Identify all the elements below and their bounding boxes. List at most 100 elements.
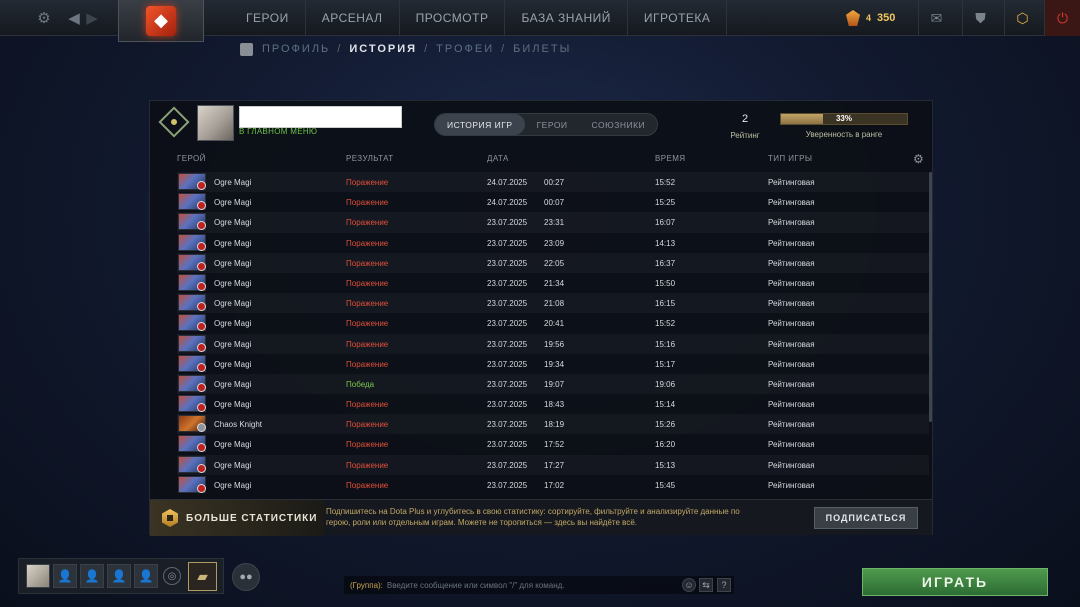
- hero-portrait: [178, 374, 206, 392]
- nav-heroes[interactable]: ГЕРОИ: [230, 0, 306, 36]
- table-row[interactable]: Ogre Magi Поражение 23.07.2025 21:34 15:50 Ре…: [177, 273, 929, 293]
- rank-medal-icon[interactable]: [158, 105, 190, 139]
- confidence-value: 33%: [835, 114, 852, 123]
- cell-hero: Ogre Magi: [214, 359, 252, 369]
- table-row[interactable]: Ogre Magi Поражение 24.07.2025 00:27 15:52 Ре…: [177, 172, 929, 192]
- cell-date: 23.07.2025: [487, 460, 528, 470]
- rank-badge-icon[interactable]: ▰: [188, 562, 217, 591]
- party-avatar-self[interactable]: [26, 564, 50, 588]
- cell-result: Поражение: [346, 178, 389, 187]
- cell-duration: 15:16: [655, 339, 676, 349]
- table-row[interactable]: Ogre Magi Поражение 23.07.2025 17:02 15:45 Ре…: [177, 475, 929, 495]
- table-row[interactable]: Ogre Magi Поражение 23.07.2025 17:52 16:20 Ре…: [177, 434, 929, 454]
- settings-gear-icon[interactable]: ⚙: [913, 152, 924, 166]
- cell-time: 00:07: [544, 198, 565, 208]
- voice-chat-icon[interactable]: ◎: [163, 567, 181, 585]
- table-row[interactable]: Ogre Magi Поражение 23.07.2025 18:43 15:14 Ре…: [177, 394, 929, 414]
- cell-type: Рейтинговая: [768, 258, 815, 268]
- party-indicator-icon: [197, 382, 206, 392]
- table-header: ГЕРОЙ РЕЗУЛЬТАТ ДАТА ВРЕМЯ ТИП ИГРЫ: [177, 154, 927, 166]
- nav-watch[interactable]: ПРОСМОТР: [400, 0, 506, 36]
- party-slot-empty[interactable]: 👤: [80, 564, 104, 588]
- nav-arsenal[interactable]: АРСЕНАЛ: [306, 0, 400, 36]
- nav-learn[interactable]: БАЗА ЗНАНИЙ: [505, 0, 628, 36]
- cell-duration: 16:15: [655, 299, 676, 309]
- subnav-trophies[interactable]: ТРОФЕИ: [436, 43, 494, 55]
- cell-hero: Ogre Magi: [214, 299, 252, 309]
- avatar[interactable]: [197, 105, 234, 141]
- friends-icon[interactable]: ●●: [232, 563, 260, 591]
- dota-plus-icon[interactable]: ⬡: [1004, 0, 1040, 36]
- cell-time: 19:07: [544, 379, 565, 389]
- subnav-history[interactable]: ИСТОРИЯ: [349, 43, 417, 55]
- tab-allies[interactable]: СОЮЗНИКИ: [580, 114, 658, 135]
- chat-input[interactable]: (Группа): Введите сообщение или символ "…: [344, 576, 734, 594]
- armory-icon[interactable]: ⛊: [962, 0, 998, 36]
- help-icon[interactable]: ?: [717, 578, 731, 592]
- chat-channel-icon[interactable]: ⇆: [699, 578, 713, 592]
- promo-header: БОЛЬШЕ СТАТИСТИКИ: [150, 500, 324, 536]
- cell-duration: 14:13: [655, 238, 676, 248]
- tab-heroes[interactable]: ГЕРОИ: [525, 114, 580, 135]
- table-row[interactable]: Ogre Magi Поражение 23.07.2025 19:34 15:17 Ре…: [177, 354, 929, 374]
- party-slot-empty[interactable]: 👤: [134, 564, 158, 588]
- table-row[interactable]: Ogre Magi Поражение 23.07.2025 23:31 16:07 Ре…: [177, 212, 929, 232]
- cell-duration: 15:25: [655, 198, 676, 208]
- header-result[interactable]: РЕЗУЛЬТАТ: [346, 154, 394, 163]
- table-row[interactable]: Chaos Knight Поражение 23.07.2025 18:19 15:2…: [177, 414, 929, 434]
- cell-result: Поражение: [346, 400, 389, 410]
- cell-time: 19:34: [544, 359, 565, 369]
- rating-block: 2 Рейтинг: [726, 113, 764, 140]
- table-row[interactable]: Ogre Magi Поражение 23.07.2025 21:08 16:15 Ре…: [177, 293, 929, 313]
- emoji-icon[interactable]: ☺: [682, 578, 696, 592]
- cell-date: 23.07.2025: [487, 420, 528, 430]
- gear-icon[interactable]: ⚙: [30, 0, 58, 36]
- match-history-panel: В ГЛАВНОМ МЕНЮ ИСТОРИЯ ИГР ГЕРОИ СОЮЗНИК…: [149, 100, 933, 536]
- cell-result: Победа: [346, 379, 375, 389]
- table-row[interactable]: Ogre Magi Поражение 23.07.2025 23:09 14:13 Ре…: [177, 233, 929, 253]
- cell-time: 18:19: [544, 420, 565, 430]
- hero-portrait: [178, 354, 206, 372]
- cell-hero: Ogre Magi: [214, 440, 252, 450]
- hero-portrait: [178, 253, 206, 271]
- scrollbar[interactable]: [929, 172, 932, 422]
- shards-display[interactable]: 4 350: [846, 6, 895, 30]
- forward-icon[interactable]: ▶: [82, 0, 102, 36]
- cell-hero: Ogre Magi: [214, 198, 252, 208]
- hero-portrait: [178, 334, 206, 352]
- subnav-tickets[interactable]: БИЛЕТЫ: [513, 43, 571, 55]
- cell-result: Поражение: [346, 420, 389, 430]
- hero-portrait: [178, 233, 206, 251]
- header-date[interactable]: ДАТА: [487, 154, 509, 163]
- cell-date: 24.07.2025: [487, 198, 528, 208]
- power-icon[interactable]: ⏻: [1044, 0, 1080, 36]
- party-indicator-icon: [197, 443, 206, 453]
- hero-portrait: [178, 435, 206, 453]
- party-slot-empty[interactable]: 👤: [107, 564, 131, 588]
- cell-type: Рейтинговая: [768, 178, 815, 187]
- subscribe-button[interactable]: ПОДПИСАТЬСЯ: [814, 507, 918, 529]
- play-button[interactable]: ИГРАТЬ: [862, 568, 1048, 596]
- table-row[interactable]: Ogre Magi Поражение 23.07.2025 22:05 16:37 Ре…: [177, 253, 929, 273]
- party-indicator-icon: [197, 342, 206, 352]
- table-row[interactable]: Ogre Magi Поражение 23.07.2025 19:56 15:16 Ре…: [177, 334, 929, 354]
- nav-arcade[interactable]: ИГРОТЕКА: [628, 0, 728, 36]
- shards-icon: [846, 10, 860, 26]
- table-row[interactable]: Ogre Magi Победа 23.07.2025 19:07 19:06 Рейти…: [177, 374, 929, 394]
- tab-match-history[interactable]: ИСТОРИЯ ИГР: [435, 114, 525, 135]
- subnav-profile[interactable]: ПРОФИЛЬ: [262, 43, 330, 55]
- party-slot-empty[interactable]: 👤: [53, 564, 77, 588]
- dota-logo-button[interactable]: ◆: [118, 0, 204, 42]
- cell-time: 00:27: [544, 178, 565, 187]
- table-row[interactable]: Ogre Magi Поражение 24.07.2025 00:07 15:25 Ре…: [177, 192, 929, 212]
- header-game-type[interactable]: ТИП ИГРЫ: [768, 154, 812, 163]
- header-hero[interactable]: ГЕРОЙ: [177, 154, 206, 163]
- back-icon[interactable]: ◀: [64, 0, 84, 36]
- cell-time: 21:34: [544, 278, 565, 288]
- table-row[interactable]: Ogre Magi Поражение 23.07.2025 20:41 15:52 Ре…: [177, 313, 929, 333]
- mail-icon[interactable]: ✉: [918, 0, 954, 36]
- header-duration[interactable]: ВРЕМЯ: [655, 154, 685, 163]
- table-row[interactable]: Ogre Magi Поражение 23.07.2025 17:27 15:13 Ре…: [177, 455, 929, 475]
- cell-result: Поражение: [346, 359, 389, 369]
- cell-date: 23.07.2025: [487, 400, 528, 410]
